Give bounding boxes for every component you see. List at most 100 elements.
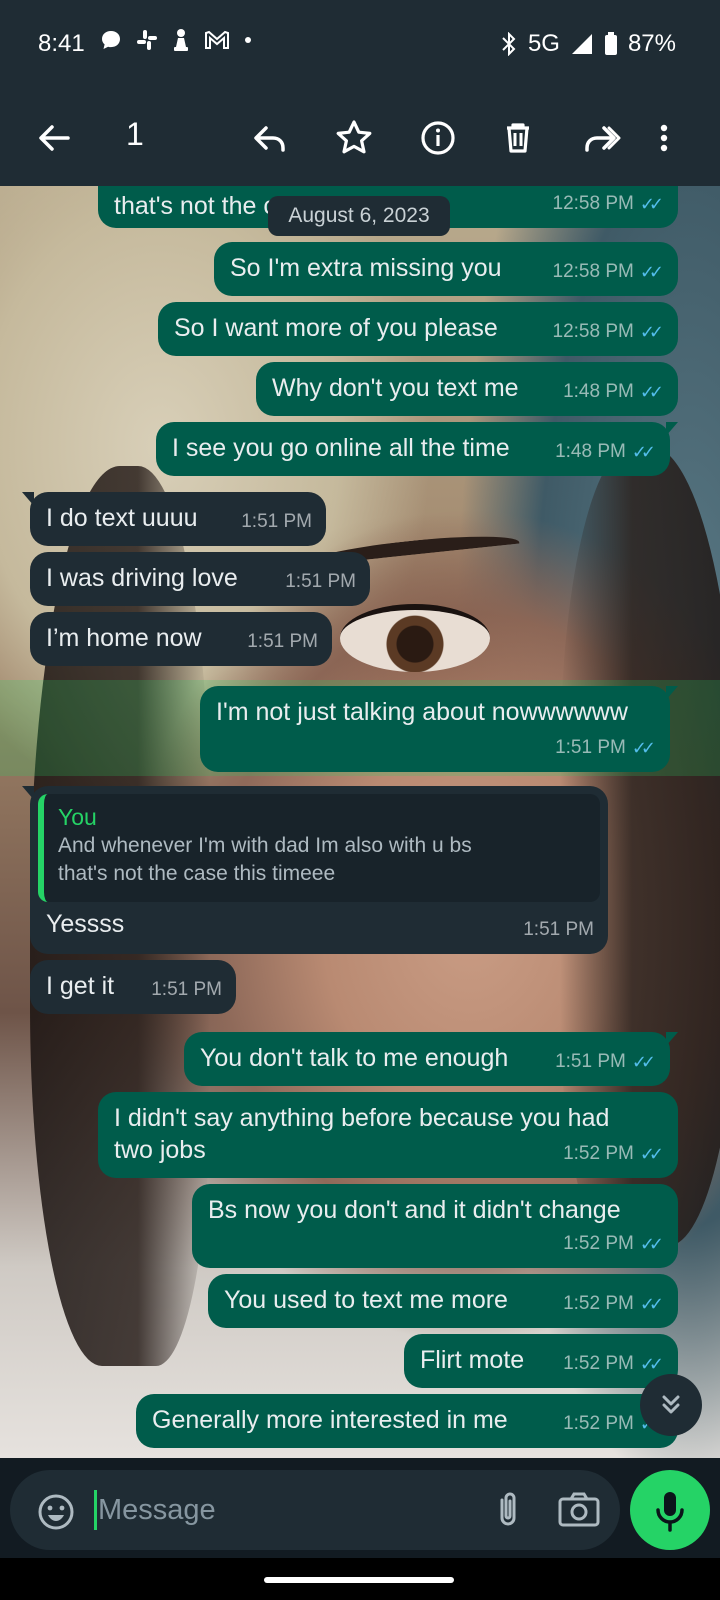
- message-bubble-outgoing-selected[interactable]: I'm not just talking about nowwwwww 1:51…: [200, 686, 678, 772]
- message-meta: 1:52 PM✓✓: [563, 1288, 664, 1320]
- message-bubble-outgoing[interactable]: I see you go online all the time 1:48 PM…: [156, 422, 678, 476]
- message-text: I'm not just talking about nowwwwww: [216, 698, 628, 726]
- message-text: Why don't you text me: [272, 374, 519, 402]
- message-time: 1:52 PM: [563, 1353, 634, 1374]
- quote-author: You: [58, 804, 97, 830]
- reply-icon[interactable]: [246, 114, 294, 162]
- read-ticks-icon: ✓✓: [639, 1294, 664, 1314]
- message-text: I do text uuuu: [46, 504, 198, 532]
- system-navigation-bar: [0, 1558, 720, 1600]
- message-meta: 1:51 PM ✓✓: [555, 1046, 656, 1078]
- message-text: So I'm extra missing you: [230, 254, 502, 282]
- signal-icon: [571, 34, 592, 54]
- read-ticks-icon: ✓✓: [639, 1234, 664, 1254]
- message-text: Bs now you don't and it didn't change: [208, 1196, 621, 1224]
- message-text: So I want more of you please: [174, 314, 498, 342]
- message-meta: 1:51 PM: [247, 626, 318, 658]
- message-bubble-outgoing[interactable]: Bs now you don't and it didn't change 1:…: [192, 1184, 678, 1268]
- message-time: 12:58 PM: [552, 193, 634, 214]
- message-meta: 1:48 PM ✓✓: [563, 376, 664, 408]
- message-meta: 1:52 PM✓✓: [563, 1228, 664, 1260]
- selection-action-bar: 1: [0, 90, 720, 186]
- message-time: 12:58 PM: [552, 321, 634, 342]
- message-text: Yessss: [46, 910, 125, 938]
- message-meta: 1:52 PM✓✓: [563, 1348, 664, 1380]
- status-right: 5G 87%: [500, 30, 676, 58]
- message-bubble-incoming[interactable]: I do text uuuu 1:51 PM: [22, 492, 326, 546]
- message-time: 12:58 PM: [552, 261, 634, 282]
- wallpaper-eye: [340, 604, 490, 672]
- voice-record-button[interactable]: [630, 1470, 710, 1550]
- star-icon[interactable]: [330, 114, 378, 162]
- mic-icon: [656, 1492, 684, 1532]
- message-bubble-incoming[interactable]: I was driving love 1:51 PM: [30, 552, 370, 606]
- message-bubble-outgoing[interactable]: You used to text me more 1:52 PM ✓✓: [208, 1274, 678, 1328]
- message-time: 1:51 PM: [555, 737, 626, 758]
- read-ticks-icon: ✓✓: [639, 1144, 664, 1164]
- status-bar: 8:41 5G 87%: [0, 0, 720, 90]
- message-bubble-incoming-reply[interactable]: You And whenever I'm with dad Im also wi…: [22, 786, 608, 954]
- message-text-line-1: I didn't say anything before because you…: [114, 1104, 610, 1132]
- battery-level: 87%: [627, 30, 676, 57]
- message-text: You used to text me more: [224, 1286, 508, 1314]
- message-text: I was driving love: [46, 564, 238, 592]
- date-pill: August 6, 2023: [268, 196, 450, 236]
- message-input[interactable]: Message: [98, 1490, 216, 1530]
- back-arrow-icon[interactable]: [30, 114, 78, 162]
- message-bubble-outgoing[interactable]: So I'm extra missing you 12:58 PM ✓✓: [214, 242, 678, 296]
- status-time: 8:41: [38, 30, 85, 57]
- message-time: 1:51 PM: [523, 919, 594, 940]
- message-meta: 1:51 PM: [151, 974, 222, 1006]
- message-bubble-outgoing[interactable]: Generally more interested in me 1:52 PM✓…: [136, 1394, 678, 1448]
- message-bubble-outgoing[interactable]: You don't talk to me enough 1:51 PM ✓✓: [184, 1032, 678, 1086]
- forward-icon[interactable]: [576, 114, 624, 162]
- message-text: I see you go online all the time: [172, 434, 510, 462]
- message-time: 1:51 PM: [285, 571, 356, 592]
- message-time: 1:52 PM: [563, 1413, 634, 1434]
- message-text: You don't talk to me enough: [200, 1044, 509, 1072]
- dot-icon: [245, 37, 251, 43]
- quoted-message[interactable]: You And whenever I'm with dad Im also wi…: [38, 794, 600, 902]
- message-bubble-incoming[interactable]: I’m home now 1:51 PM: [30, 612, 332, 666]
- message-bubble-incoming[interactable]: I get it 1:51 PM: [30, 960, 236, 1014]
- message-text: Flirt mote: [420, 1346, 525, 1374]
- message-bubble-outgoing[interactable]: I didn't say anything before because you…: [98, 1092, 678, 1178]
- message-time: 1:48 PM: [563, 381, 634, 402]
- message-time: 1:51 PM: [555, 1051, 626, 1072]
- quote-text-line-1: And whenever I'm with dad Im also with u…: [58, 834, 472, 857]
- message-meta: 12:58 PM ✓✓: [553, 316, 665, 348]
- emoji-icon[interactable]: [36, 1492, 76, 1532]
- more-vert-icon[interactable]: [652, 114, 676, 162]
- read-ticks-icon: ✓✓: [631, 442, 656, 462]
- message-meta: 1:48 PM ✓✓: [555, 436, 656, 468]
- delete-icon[interactable]: [494, 114, 542, 162]
- double-chevron-down-icon: [662, 1395, 680, 1414]
- chess-pawn-icon: [174, 29, 188, 51]
- message-bubble-outgoing[interactable]: Flirt mote 1:52 PM ✓✓: [404, 1334, 678, 1388]
- gmail-icon: [205, 30, 229, 49]
- message-text: I’m home now: [46, 624, 202, 652]
- read-ticks-icon: ✓✓: [639, 322, 664, 342]
- attach-icon[interactable]: [488, 1490, 528, 1530]
- notification-icons: [100, 28, 252, 52]
- message-time: 1:48 PM: [555, 441, 626, 462]
- gesture-handle[interactable]: [264, 1577, 454, 1583]
- camera-icon[interactable]: [556, 1490, 602, 1530]
- scroll-to-bottom-button[interactable]: [640, 1374, 702, 1436]
- message-meta: 1:51 PM ✓✓: [555, 732, 656, 764]
- message-bubble-outgoing[interactable]: Why don't you text me 1:48 PM ✓✓: [256, 362, 678, 416]
- text-caret: [94, 1490, 97, 1530]
- chat-wallpaper: that's not the case this timeee 12:58 PM…: [0, 186, 720, 1458]
- message-meta: 1:51 PM: [241, 506, 312, 538]
- read-ticks-icon: ✓✓: [631, 738, 656, 758]
- info-icon[interactable]: [414, 114, 462, 162]
- message-time: 1:52 PM: [563, 1233, 634, 1254]
- message-text: Generally more interested in me: [152, 1406, 508, 1434]
- read-ticks-icon: ✓✓: [639, 194, 664, 214]
- message-time: 1:51 PM: [247, 631, 318, 652]
- message-meta: 1:51 PM: [285, 566, 356, 598]
- chat-bubble-icon: [102, 31, 120, 49]
- message-input-container[interactable]: Message: [10, 1470, 620, 1550]
- message-bubble-outgoing[interactable]: So I want more of you please 12:58 PM ✓✓: [158, 302, 678, 356]
- read-ticks-icon: ✓✓: [639, 262, 664, 282]
